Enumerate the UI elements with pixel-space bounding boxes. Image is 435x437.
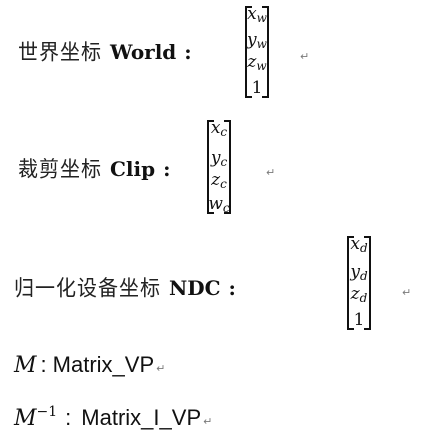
clip-return-mark: ↵ xyxy=(266,166,276,179)
clip-label-latin: Clip xyxy=(110,157,156,181)
ndc-coordinate-row: 归一化设备坐标 NDC: xd yd zd 1 ↵ xyxy=(0,230,435,330)
matrix-inverse-symbol: M xyxy=(14,406,37,431)
world-label-latin: World xyxy=(110,40,177,64)
ndc-label-colon: : xyxy=(228,276,236,300)
world-return-mark: ↵ xyxy=(300,50,310,63)
clip-label-cjk: 裁剪坐标 xyxy=(18,156,102,182)
ndc-component-w: 1 xyxy=(353,310,365,330)
clip-coordinate-row: 裁剪坐标 Clip: xc yc zc wc ↵ xyxy=(0,112,435,216)
clip-component-w: wc xyxy=(208,194,230,216)
matrix-vp-return-mark: ↵ xyxy=(156,362,166,375)
world-vector: xw yw zw 1 xyxy=(245,6,269,98)
matrix-inverse-superscript: −1 xyxy=(36,404,58,420)
clip-label-colon: : xyxy=(163,157,171,181)
clip-component-y: yc xyxy=(210,148,228,170)
ndc-vector: xd yd zd 1 xyxy=(347,236,371,330)
world-coordinate-row: 世界坐标 World: xw yw zw 1 ↵ xyxy=(0,0,435,100)
world-label-cjk: 世界坐标 xyxy=(18,39,102,65)
ndc-label-latin: NDC xyxy=(169,276,221,300)
clip-vector: xc yc zc wc xyxy=(207,118,231,216)
world-label-colon: : xyxy=(184,40,192,64)
clip-component-z: zc xyxy=(211,170,227,192)
ndc-component-y: yd xyxy=(350,262,368,284)
matrix-vp-symbol: M xyxy=(14,353,37,378)
clip-component-x: xc xyxy=(210,118,228,140)
matrix-inverse-colon: : xyxy=(65,405,72,430)
matrix-inverse-name: Matrix_I_VP xyxy=(81,405,202,430)
world-component-x: xw xyxy=(247,4,267,26)
ndc-component-x: xd xyxy=(350,234,368,256)
matrix-inverse-vp-line: M−1: Matrix_I_VP ↵ xyxy=(14,404,212,431)
ndc-component-z: zd xyxy=(350,284,368,306)
world-component-y: yw xyxy=(247,30,267,52)
ndc-label: 归一化设备坐标 NDC: xyxy=(14,275,236,301)
matrix-vp-line: M: Matrix_VP ↵ xyxy=(14,352,165,378)
matrix-inverse-return-mark: ↵ xyxy=(203,415,213,428)
matrix-vp-name: Matrix_VP xyxy=(52,352,155,377)
ndc-return-mark: ↵ xyxy=(402,286,412,299)
matrix-vp-colon: : xyxy=(40,352,47,377)
world-component-z: zw xyxy=(247,52,267,74)
ndc-label-cjk: 归一化设备坐标 xyxy=(14,275,161,301)
world-label: 世界坐标 World: xyxy=(18,39,192,65)
clip-label: 裁剪坐标 Clip: xyxy=(18,156,171,182)
world-component-w: 1 xyxy=(251,78,263,98)
